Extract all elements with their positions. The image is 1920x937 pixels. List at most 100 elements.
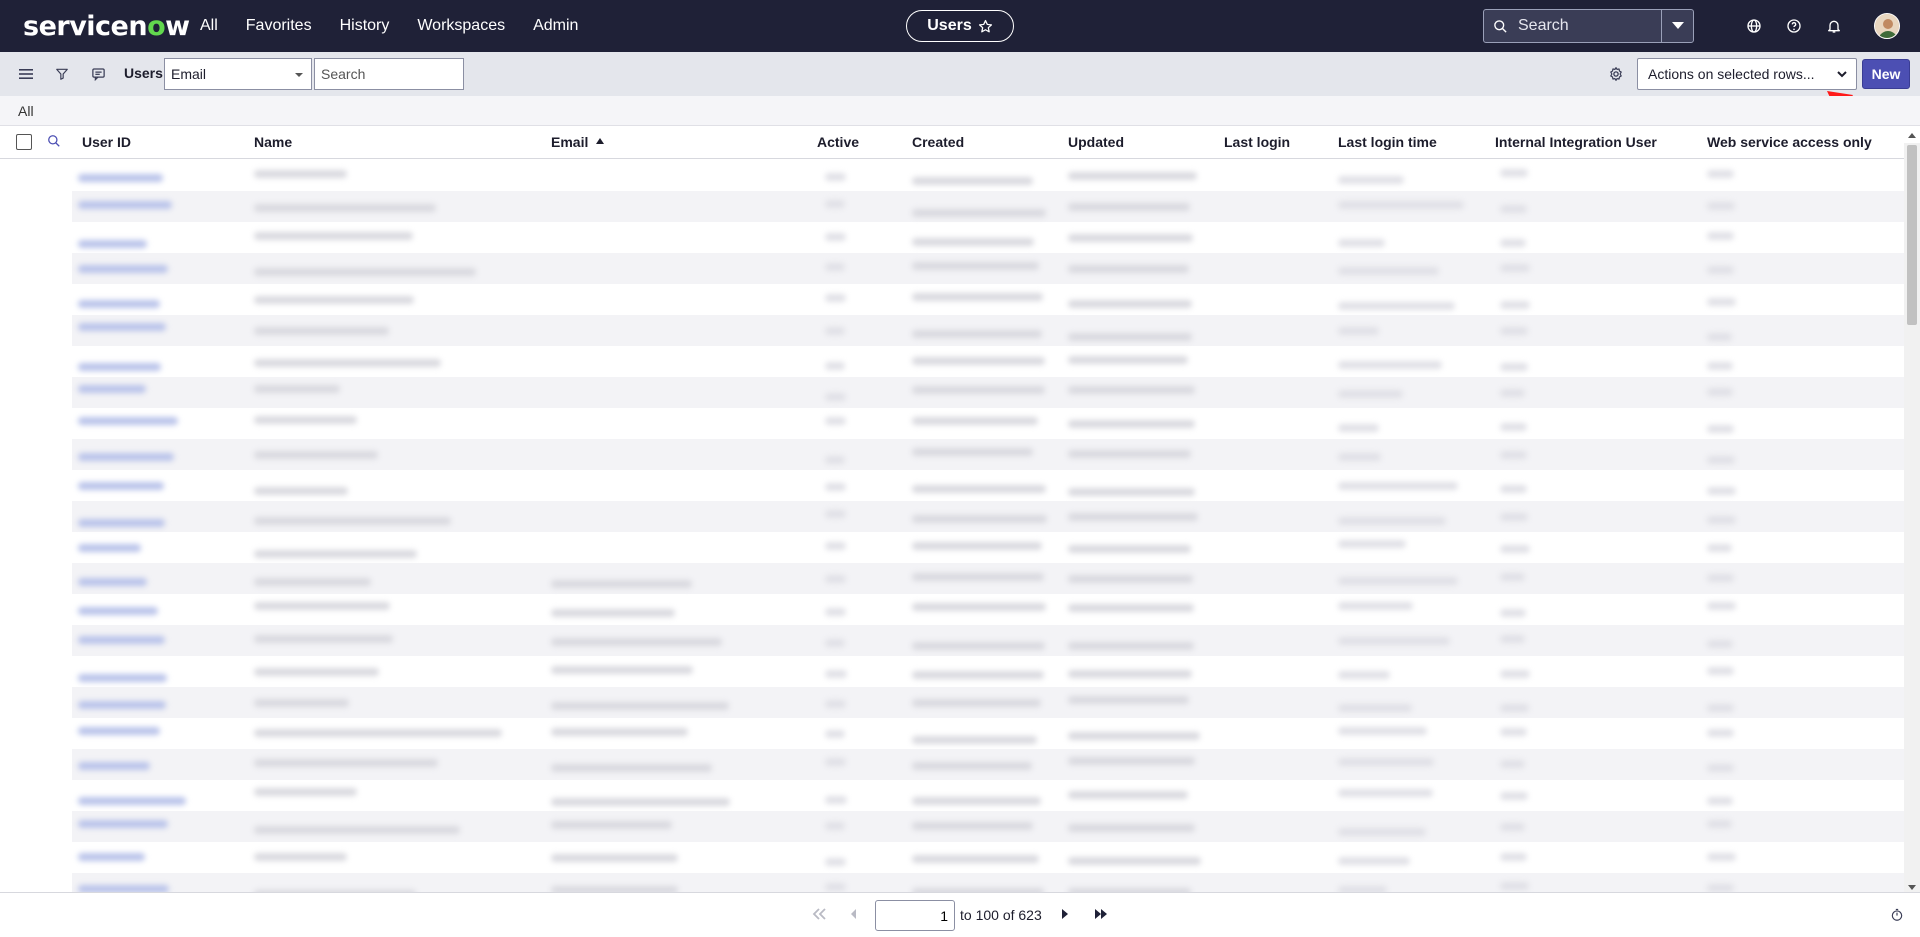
- hamburger-menu-icon[interactable]: [17, 65, 35, 83]
- table-row[interactable]: [0, 873, 1904, 892]
- search-scope-dropdown[interactable]: [1661, 10, 1693, 42]
- column-search-icon[interactable]: [47, 134, 61, 148]
- obscured-cell[interactable]: [78, 543, 141, 552]
- table-row[interactable]: [0, 222, 1904, 253]
- obscured-cell[interactable]: [78, 200, 172, 209]
- servicenow-logo[interactable]: servicenow: [23, 11, 190, 42]
- row-checkbox-cell[interactable]: [0, 656, 72, 687]
- column-header-user-id[interactable]: User ID: [82, 134, 131, 150]
- row-checkbox-cell[interactable]: [0, 284, 72, 315]
- filter-icon[interactable]: [53, 65, 71, 83]
- obscured-cell[interactable]: [78, 173, 163, 182]
- scroll-up-arrow-icon[interactable]: [1908, 133, 1916, 138]
- table-row[interactable]: [0, 625, 1904, 656]
- response-time-icon[interactable]: [1890, 908, 1904, 922]
- obscured-cell[interactable]: [78, 607, 158, 616]
- table-row[interactable]: [0, 408, 1904, 439]
- table-row[interactable]: [0, 346, 1904, 377]
- column-header-created[interactable]: Created: [912, 134, 964, 150]
- table-row[interactable]: [0, 532, 1904, 563]
- row-checkbox-cell[interactable]: [0, 563, 72, 594]
- obscured-cell[interactable]: [78, 362, 161, 371]
- obscured-cell[interactable]: [78, 482, 164, 491]
- row-checkbox-cell[interactable]: [0, 811, 72, 842]
- column-header-active[interactable]: Active: [817, 134, 859, 150]
- obscured-cell[interactable]: [78, 726, 160, 735]
- scroll-down-arrow-icon[interactable]: [1908, 885, 1916, 890]
- obscured-cell[interactable]: [78, 577, 147, 586]
- context-title-pill[interactable]: Users: [906, 10, 1014, 42]
- row-checkbox-cell[interactable]: [0, 873, 72, 892]
- global-search-input[interactable]: [1518, 17, 1648, 35]
- global-search[interactable]: [1483, 9, 1694, 43]
- bell-icon[interactable]: [1823, 15, 1845, 37]
- row-checkbox-cell[interactable]: [0, 346, 72, 377]
- row-checkbox-cell[interactable]: [0, 470, 72, 501]
- row-checkbox-cell[interactable]: [0, 191, 72, 222]
- obscured-cell[interactable]: [78, 453, 174, 462]
- obscured-cell[interactable]: [78, 673, 167, 682]
- scrollbar-thumb[interactable]: [1907, 145, 1917, 325]
- table-row[interactable]: [0, 439, 1904, 470]
- row-checkbox-cell[interactable]: [0, 160, 72, 191]
- gear-icon[interactable]: [1607, 65, 1625, 83]
- obscured-cell[interactable]: [78, 700, 166, 709]
- page-number-input[interactable]: [875, 900, 955, 931]
- obscured-cell[interactable]: [78, 300, 160, 309]
- obscured-cell[interactable]: [78, 885, 169, 892]
- select-all-checkbox[interactable]: [16, 134, 32, 150]
- row-checkbox-cell[interactable]: [0, 377, 72, 408]
- row-checkbox-cell[interactable]: [0, 222, 72, 253]
- obscured-cell[interactable]: [78, 762, 150, 771]
- menu-admin[interactable]: Admin: [533, 17, 578, 35]
- row-checkbox-cell[interactable]: [0, 253, 72, 284]
- obscured-cell[interactable]: [78, 635, 165, 644]
- table-row[interactable]: [0, 160, 1904, 191]
- search-field-select[interactable]: Email: [164, 58, 312, 90]
- row-checkbox-cell[interactable]: [0, 842, 72, 873]
- new-button[interactable]: New: [1862, 59, 1910, 89]
- table-row[interactable]: [0, 718, 1904, 749]
- table-row[interactable]: [0, 780, 1904, 811]
- vertical-scrollbar[interactable]: [1904, 133, 1920, 892]
- row-checkbox-cell[interactable]: [0, 718, 72, 749]
- star-icon[interactable]: [978, 19, 993, 34]
- obscured-cell[interactable]: [78, 820, 168, 829]
- column-header-last-login-time[interactable]: Last login time: [1338, 134, 1437, 150]
- row-checkbox-cell[interactable]: [0, 687, 72, 718]
- list-search-input[interactable]: [314, 58, 464, 90]
- table-row[interactable]: [0, 656, 1904, 687]
- user-avatar[interactable]: [1874, 13, 1900, 39]
- help-icon[interactable]: [1783, 15, 1805, 37]
- obscured-cell[interactable]: [78, 239, 147, 248]
- row-checkbox-cell[interactable]: [0, 532, 72, 563]
- column-header-email[interactable]: Email: [551, 134, 605, 150]
- obscured-cell[interactable]: [78, 853, 145, 862]
- table-row[interactable]: [0, 253, 1904, 284]
- first-page-icon[interactable]: [812, 908, 826, 920]
- next-page-icon[interactable]: [1061, 908, 1069, 920]
- table-row[interactable]: [0, 842, 1904, 873]
- menu-workspaces[interactable]: Workspaces: [417, 17, 505, 35]
- last-page-icon[interactable]: [1094, 908, 1108, 920]
- breadcrumb-all[interactable]: All: [18, 103, 34, 119]
- table-row[interactable]: [0, 501, 1904, 532]
- row-checkbox-cell[interactable]: [0, 594, 72, 625]
- row-checkbox-cell[interactable]: [0, 749, 72, 780]
- menu-favorites[interactable]: Favorites: [246, 17, 312, 35]
- row-checkbox-cell[interactable]: [0, 625, 72, 656]
- table-row[interactable]: [0, 284, 1904, 315]
- actions-on-selected-rows-select[interactable]: Actions on selected rows...: [1637, 58, 1857, 90]
- column-header-last-login[interactable]: Last login: [1224, 134, 1290, 150]
- previous-page-icon[interactable]: [850, 908, 858, 920]
- obscured-cell[interactable]: [78, 323, 166, 332]
- column-header-name[interactable]: Name: [254, 134, 292, 150]
- table-row[interactable]: [0, 749, 1904, 780]
- menu-history[interactable]: History: [340, 17, 390, 35]
- row-checkbox-cell[interactable]: [0, 408, 72, 439]
- table-row[interactable]: [0, 811, 1904, 842]
- row-checkbox-cell[interactable]: [0, 501, 72, 532]
- table-row[interactable]: [0, 191, 1904, 222]
- obscured-cell[interactable]: [78, 265, 168, 274]
- obscured-cell[interactable]: [78, 518, 165, 527]
